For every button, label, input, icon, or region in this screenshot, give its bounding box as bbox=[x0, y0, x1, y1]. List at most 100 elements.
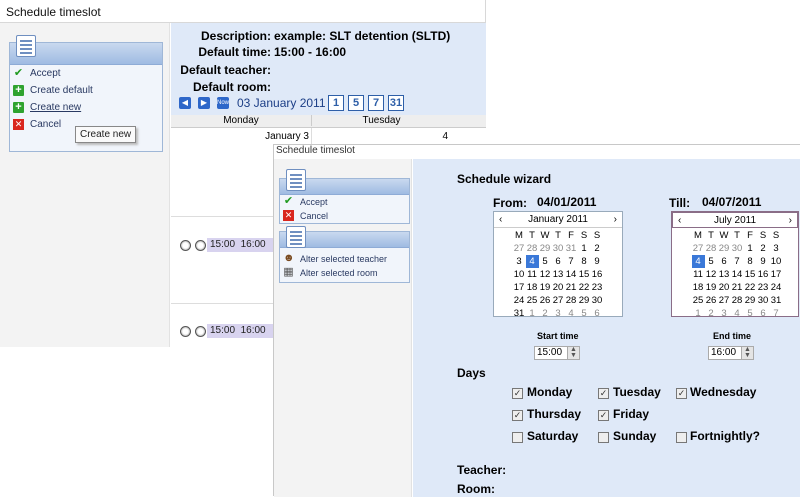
calendar-day[interactable]: 2 bbox=[757, 242, 770, 255]
wednesday-checkbox[interactable]: ✓ bbox=[676, 388, 687, 399]
calendar-day[interactable]: 17 bbox=[770, 268, 783, 281]
now-button[interactable]: Now bbox=[217, 97, 229, 109]
calendar-day[interactable]: 13 bbox=[718, 268, 731, 281]
calendar-day[interactable]: 1 bbox=[692, 307, 705, 320]
calendar-day[interactable]: 23 bbox=[591, 281, 604, 294]
calendar-day[interactable]: 10 bbox=[770, 255, 783, 268]
calendar-day[interactable]: 18 bbox=[692, 281, 705, 294]
calendar-day[interactable]: 16 bbox=[591, 268, 604, 281]
calendar-day[interactable]: 31 bbox=[513, 307, 526, 320]
calendar-day[interactable]: 30 bbox=[552, 242, 565, 255]
calendar-day[interactable]: 29 bbox=[718, 242, 731, 255]
calendar-day[interactable]: 7 bbox=[565, 255, 578, 268]
calendar-day[interactable]: 25 bbox=[526, 294, 539, 307]
next-arrow-button[interactable]: ▶ bbox=[198, 97, 210, 109]
till-calendar-days[interactable]: M T W T F S S 27 28 29 30 1 2 3 4 5 6 7 8 9 10 11 12 13 14 15 16 17… bbox=[672, 228, 798, 320]
calendar-day[interactable]: 2 bbox=[539, 307, 552, 320]
from-calendar-days[interactable]: M T W T F S S 27 28 29 30 31 1 2 3 4 5 6 7 8 9 10 11 12 13 14 15 16… bbox=[494, 228, 622, 320]
cancel-menu-item[interactable]: ✕ Cancel bbox=[280, 209, 408, 223]
calendar-day[interactable]: 30 bbox=[731, 242, 744, 255]
calendar-day[interactable]: 10 bbox=[513, 268, 526, 281]
calendar-day[interactable]: 5 bbox=[578, 307, 591, 320]
accept-menu-item[interactable]: ✔ Accept bbox=[280, 195, 408, 209]
calendar-day[interactable]: 26 bbox=[539, 294, 552, 307]
alter-room-menu-item[interactable]: ▦ Alter selected room bbox=[280, 266, 408, 280]
calendar-day[interactable]: 4 bbox=[691, 255, 705, 268]
calendar-day[interactable]: 25 bbox=[692, 294, 705, 307]
calendar-day[interactable]: 5 bbox=[539, 255, 552, 268]
calendar-day[interactable]: 29 bbox=[539, 242, 552, 255]
calendar-day[interactable]: 3 bbox=[718, 307, 731, 320]
create-new-menu-item[interactable]: + Create new bbox=[10, 99, 160, 116]
next-month-icon[interactable]: › bbox=[789, 213, 792, 228]
calendar-day[interactable]: 12 bbox=[539, 268, 552, 281]
calendar-day[interactable]: 5 bbox=[705, 255, 718, 268]
calendar-day[interactable]: 11 bbox=[526, 268, 539, 281]
calendar-day[interactable]: 21 bbox=[565, 281, 578, 294]
calendar-day[interactable]: 6 bbox=[757, 307, 770, 320]
calendar-day[interactable]: 26 bbox=[705, 294, 718, 307]
calendar-day[interactable]: 18 bbox=[526, 281, 539, 294]
calendar-day[interactable]: 4 bbox=[731, 307, 744, 320]
calendar-day[interactable]: 29 bbox=[744, 294, 757, 307]
calendar-day[interactable]: 29 bbox=[578, 294, 591, 307]
calendar-day[interactable]: 27 bbox=[552, 294, 565, 307]
calendar-day[interactable]: 30 bbox=[757, 294, 770, 307]
calendar-day[interactable]: 3 bbox=[552, 307, 565, 320]
create-default-menu-item[interactable]: + Create default bbox=[10, 82, 160, 99]
calendar-day[interactable]: 31 bbox=[565, 242, 578, 255]
calendar-day[interactable]: 5 bbox=[744, 307, 757, 320]
calendar-day[interactable]: 28 bbox=[526, 242, 539, 255]
spinner-icon[interactable]: ▲ ▼ bbox=[741, 346, 753, 359]
prev-arrow-button[interactable]: ◀ bbox=[179, 97, 191, 109]
spinner-icon[interactable]: ▲ ▼ bbox=[567, 346, 579, 359]
calendar-day[interactable]: 28 bbox=[565, 294, 578, 307]
view-5-day-button[interactable]: 5 bbox=[348, 95, 364, 111]
calendar-day[interactable]: 16 bbox=[757, 268, 770, 281]
calendar-day[interactable]: 20 bbox=[552, 281, 565, 294]
calendar-day[interactable]: 30 bbox=[591, 294, 604, 307]
calendar-day[interactable]: 19 bbox=[539, 281, 552, 294]
calendar-day[interactable]: 27 bbox=[718, 294, 731, 307]
prev-month-icon[interactable]: ‹ bbox=[678, 213, 681, 228]
calendar-day[interactable]: 22 bbox=[578, 281, 591, 294]
calendar-day[interactable]: 15 bbox=[578, 268, 591, 281]
view-31-day-button[interactable]: 31 bbox=[388, 95, 404, 111]
calendar-day[interactable]: 3 bbox=[770, 242, 783, 255]
calendar-day[interactable]: 14 bbox=[731, 268, 744, 281]
end-time-input[interactable]: 16:00 ▲ ▼ bbox=[708, 346, 754, 360]
calendar-day[interactable]: 8 bbox=[744, 255, 757, 268]
calendar-day[interactable]: 23 bbox=[757, 281, 770, 294]
calendar-day[interactable]: 8 bbox=[578, 255, 591, 268]
calendar-day[interactable]: 28 bbox=[705, 242, 718, 255]
sunday-checkbox[interactable] bbox=[598, 432, 609, 443]
calendar-day[interactable]: 14 bbox=[565, 268, 578, 281]
alter-teacher-menu-item[interactable]: ☻ Alter selected teacher bbox=[280, 252, 408, 266]
calendar-day[interactable]: 24 bbox=[513, 294, 526, 307]
calendar-day[interactable]: 17 bbox=[513, 281, 526, 294]
calendar-day[interactable]: 2 bbox=[591, 242, 604, 255]
calendar-day[interactable]: 6 bbox=[552, 255, 565, 268]
calendar-day[interactable]: 28 bbox=[731, 294, 744, 307]
accept-menu-item[interactable]: ✔ Accept bbox=[10, 65, 160, 82]
view-7-day-button[interactable]: 7 bbox=[368, 95, 384, 111]
calendar-day[interactable]: 1 bbox=[578, 242, 591, 255]
calendar-day[interactable]: 20 bbox=[718, 281, 731, 294]
calendar-day[interactable]: 7 bbox=[731, 255, 744, 268]
calendar-day[interactable]: 13 bbox=[552, 268, 565, 281]
calendar-day[interactable]: 12 bbox=[705, 268, 718, 281]
prev-month-icon[interactable]: ‹ bbox=[499, 212, 502, 227]
calendar-day[interactable]: 27 bbox=[513, 242, 526, 255]
calendar-day[interactable]: 9 bbox=[757, 255, 770, 268]
calendar-day[interactable]: 7 bbox=[770, 307, 783, 320]
calendar-day[interactable]: 19 bbox=[705, 281, 718, 294]
calendar-day[interactable]: 4 bbox=[565, 307, 578, 320]
calendar-day[interactable]: 11 bbox=[692, 268, 705, 281]
calendar-day[interactable]: 9 bbox=[591, 255, 604, 268]
calendar-day[interactable]: 24 bbox=[770, 281, 783, 294]
start-time-input[interactable]: 15:00 ▲ ▼ bbox=[534, 346, 580, 360]
friday-checkbox[interactable]: ✓ bbox=[598, 410, 609, 421]
calendar-day[interactable]: 6 bbox=[718, 255, 731, 268]
monday-checkbox[interactable]: ✓ bbox=[512, 388, 523, 399]
calendar-day[interactable]: 2 bbox=[705, 307, 718, 320]
